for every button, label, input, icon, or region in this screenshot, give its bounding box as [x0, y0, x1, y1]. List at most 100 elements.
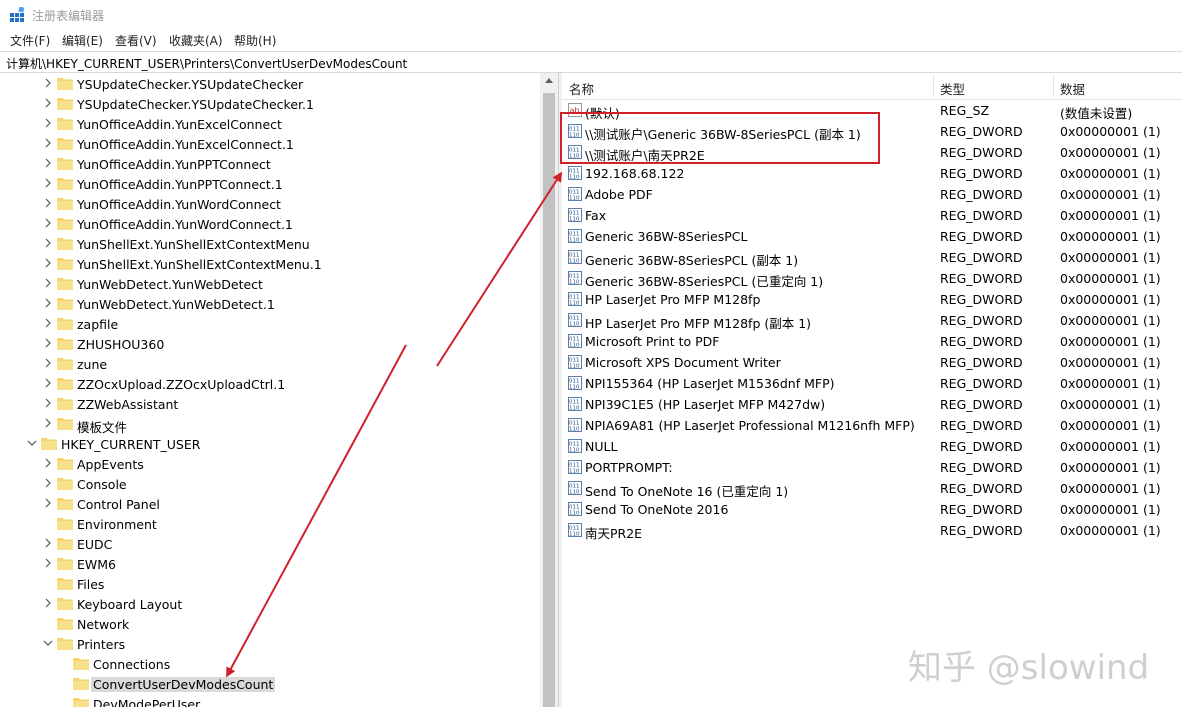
- table-row[interactable]: 011 110 Generic 36BW-8SeriesPCL (副本 1) REG_…: [562, 247, 1182, 268]
- menu-edit[interactable]: 编辑(E): [62, 32, 103, 49]
- column-header-data[interactable]: 数据: [1060, 79, 1085, 98]
- column-divider[interactable]: [1053, 75, 1054, 97]
- chevron-right-icon[interactable]: [43, 418, 53, 428]
- chevron-right-icon[interactable]: [43, 258, 53, 268]
- menu-view[interactable]: 查看(V): [115, 32, 157, 49]
- chevron-right-icon[interactable]: [43, 218, 53, 228]
- chevron-right-icon[interactable]: [43, 198, 53, 208]
- tree-item[interactable]: ConvertUserDevModesCount: [0, 674, 540, 694]
- table-row[interactable]: 011 110 Microsoft XPS Document Writer REG_D…: [562, 352, 1182, 373]
- folder-icon: [57, 418, 73, 430]
- chevron-right-icon[interactable]: [43, 378, 53, 388]
- tree-item[interactable]: Control Panel: [0, 494, 540, 514]
- chevron-right-icon[interactable]: [43, 358, 53, 368]
- tree-item[interactable]: Environment: [0, 514, 540, 534]
- tree-item[interactable]: YunShellExt.YunShellExtContextMenu: [0, 234, 540, 254]
- tree-item[interactable]: Keyboard Layout: [0, 594, 540, 614]
- tree-item[interactable]: YunShellExt.YunShellExtContextMenu.1: [0, 254, 540, 274]
- tree-item[interactable]: ZHUSHOU360: [0, 334, 540, 354]
- registry-key-tree[interactable]: YSUpdateChecker.YSUpdateChecker YSUpdateC…: [0, 73, 540, 707]
- address-path[interactable]: 计算机\HKEY_CURRENT_USER\Printers\ConvertUs…: [6, 55, 407, 72]
- value-type: REG_DWORD: [940, 271, 1023, 286]
- tree-item[interactable]: YunOfficeAddin.YunExcelConnect: [0, 114, 540, 134]
- chevron-right-icon[interactable]: [43, 498, 53, 508]
- tree-item[interactable]: YunOfficeAddin.YunPPTConnect.1: [0, 174, 540, 194]
- tree-item[interactable]: DevModePerUser: [0, 694, 540, 707]
- table-row[interactable]: 011 110 Generic 36BW-8SeriesPCL REG_DWORD 0x…: [562, 226, 1182, 247]
- registry-values-list[interactable]: 名称 类型 数据 ab (默认) REG_SZ (数值未设置) 011 110 \\测试账户…: [562, 73, 1182, 707]
- chevron-down-icon[interactable]: [43, 638, 53, 648]
- chevron-right-icon[interactable]: [43, 318, 53, 328]
- chevron-right-icon[interactable]: [43, 278, 53, 288]
- folder-icon: [57, 298, 73, 310]
- table-row[interactable]: 011 110 HP LaserJet Pro MFP M128fp (副本 1) R…: [562, 310, 1182, 331]
- chevron-right-icon[interactable]: [43, 158, 53, 168]
- table-row[interactable]: 011 110 NPIA69A81 (HP LaserJet Professiona…: [562, 415, 1182, 436]
- tree-item[interactable]: Connections: [0, 654, 540, 674]
- table-row[interactable]: 011 110 Adobe PDF REG_DWORD 0x00000001 (1): [562, 184, 1182, 205]
- chevron-right-icon[interactable]: [43, 478, 53, 488]
- tree-scrollbar-thumb[interactable]: [543, 93, 555, 707]
- tree-item-label: zapfile: [77, 317, 119, 332]
- tree-item[interactable]: ZZWebAssistant: [0, 394, 540, 414]
- menu-file[interactable]: 文件(F): [10, 32, 50, 49]
- tree-item[interactable]: YunOfficeAddin.YunWordConnect.1: [0, 214, 540, 234]
- tree-item[interactable]: HKEY_CURRENT_USER: [0, 434, 540, 454]
- chevron-down-icon[interactable]: [27, 438, 37, 448]
- tree-item[interactable]: zune: [0, 354, 540, 374]
- chevron-right-icon[interactable]: [43, 538, 53, 548]
- chevron-right-icon[interactable]: [43, 598, 53, 608]
- chevron-right-icon[interactable]: [43, 78, 53, 88]
- table-row[interactable]: 011 110 NPI39C1E5 (HP LaserJet MFP M427dw)…: [562, 394, 1182, 415]
- table-row[interactable]: 011 110 NULL REG_DWORD 0x00000001 (1): [562, 436, 1182, 457]
- chevron-right-icon[interactable]: [43, 458, 53, 468]
- tree-item[interactable]: YSUpdateChecker.YSUpdateChecker: [0, 74, 540, 94]
- table-row[interactable]: 011 110 Generic 36BW-8SeriesPCL (已重定向 1) RE…: [562, 268, 1182, 289]
- table-row[interactable]: 011 110 PORTPROMPT: REG_DWORD 0x00000001 (1): [562, 457, 1182, 478]
- address-bar[interactable]: 计算机\HKEY_CURRENT_USER\Printers\ConvertUs…: [0, 51, 1182, 73]
- table-row[interactable]: 011 110 Microsoft Print to PDF REG_DWORD 0x0…: [562, 331, 1182, 352]
- scroll-up-arrow-icon[interactable]: [545, 78, 553, 83]
- column-divider[interactable]: [933, 75, 934, 97]
- tree-item[interactable]: YunWebDetect.YunWebDetect: [0, 274, 540, 294]
- table-row[interactable]: 011 110 Send To OneNote 16 (已重定向 1) REG_DWO…: [562, 478, 1182, 499]
- svg-text:110: 110: [569, 469, 580, 475]
- chevron-right-icon[interactable]: [43, 338, 53, 348]
- table-row[interactable]: 011 110 Fax REG_DWORD 0x00000001 (1): [562, 205, 1182, 226]
- tree-item[interactable]: YunOfficeAddin.YunExcelConnect.1: [0, 134, 540, 154]
- tree-item[interactable]: EUDC: [0, 534, 540, 554]
- chevron-right-icon[interactable]: [43, 178, 53, 188]
- table-row[interactable]: 011 110 Send To OneNote 2016 REG_DWORD 0x000…: [562, 499, 1182, 520]
- chevron-right-icon[interactable]: [43, 138, 53, 148]
- chevron-right-icon[interactable]: [43, 118, 53, 128]
- tree-item[interactable]: YunWebDetect.YunWebDetect.1: [0, 294, 540, 314]
- chevron-right-icon[interactable]: [43, 558, 53, 568]
- table-row[interactable]: 011 110 192.168.68.122 REG_DWORD 0x00000001 …: [562, 163, 1182, 184]
- menu-help[interactable]: 帮助(H): [234, 32, 276, 49]
- table-row[interactable]: 011 110 南天PR2E REG_DWORD 0x00000001 (1): [562, 520, 1182, 541]
- chevron-right-icon[interactable]: [43, 398, 53, 408]
- value-type: REG_DWORD: [940, 292, 1023, 307]
- tree-item[interactable]: YSUpdateChecker.YSUpdateChecker.1: [0, 94, 540, 114]
- column-header-type[interactable]: 类型: [940, 79, 965, 98]
- tree-item[interactable]: YunOfficeAddin.YunPPTConnect: [0, 154, 540, 174]
- menu-favorites[interactable]: 收藏夹(A): [169, 32, 223, 49]
- chevron-right-icon[interactable]: [43, 98, 53, 108]
- tree-item[interactable]: AppEvents: [0, 454, 540, 474]
- tree-item[interactable]: ZZOcxUpload.ZZOcxUploadCtrl.1: [0, 374, 540, 394]
- column-header-name[interactable]: 名称: [569, 79, 594, 98]
- tree-item[interactable]: EWM6: [0, 554, 540, 574]
- chevron-right-icon[interactable]: [43, 298, 53, 308]
- tree-item[interactable]: Printers: [0, 634, 540, 654]
- value-type: REG_DWORD: [940, 439, 1023, 454]
- chevron-right-icon[interactable]: [43, 238, 53, 248]
- tree-item[interactable]: Files: [0, 574, 540, 594]
- tree-item[interactable]: Console: [0, 474, 540, 494]
- value-data: 0x00000001 (1): [1060, 460, 1161, 475]
- tree-item[interactable]: 模板文件: [0, 414, 540, 435]
- tree-item[interactable]: Network: [0, 614, 540, 634]
- tree-item[interactable]: zapfile: [0, 314, 540, 334]
- tree-item[interactable]: YunOfficeAddin.YunWordConnect: [0, 194, 540, 214]
- table-row[interactable]: 011 110 HP LaserJet Pro MFP M128fp REG_DWOR…: [562, 289, 1182, 310]
- table-row[interactable]: 011 110 NPI155364 (HP LaserJet M1536dnf MF…: [562, 373, 1182, 394]
